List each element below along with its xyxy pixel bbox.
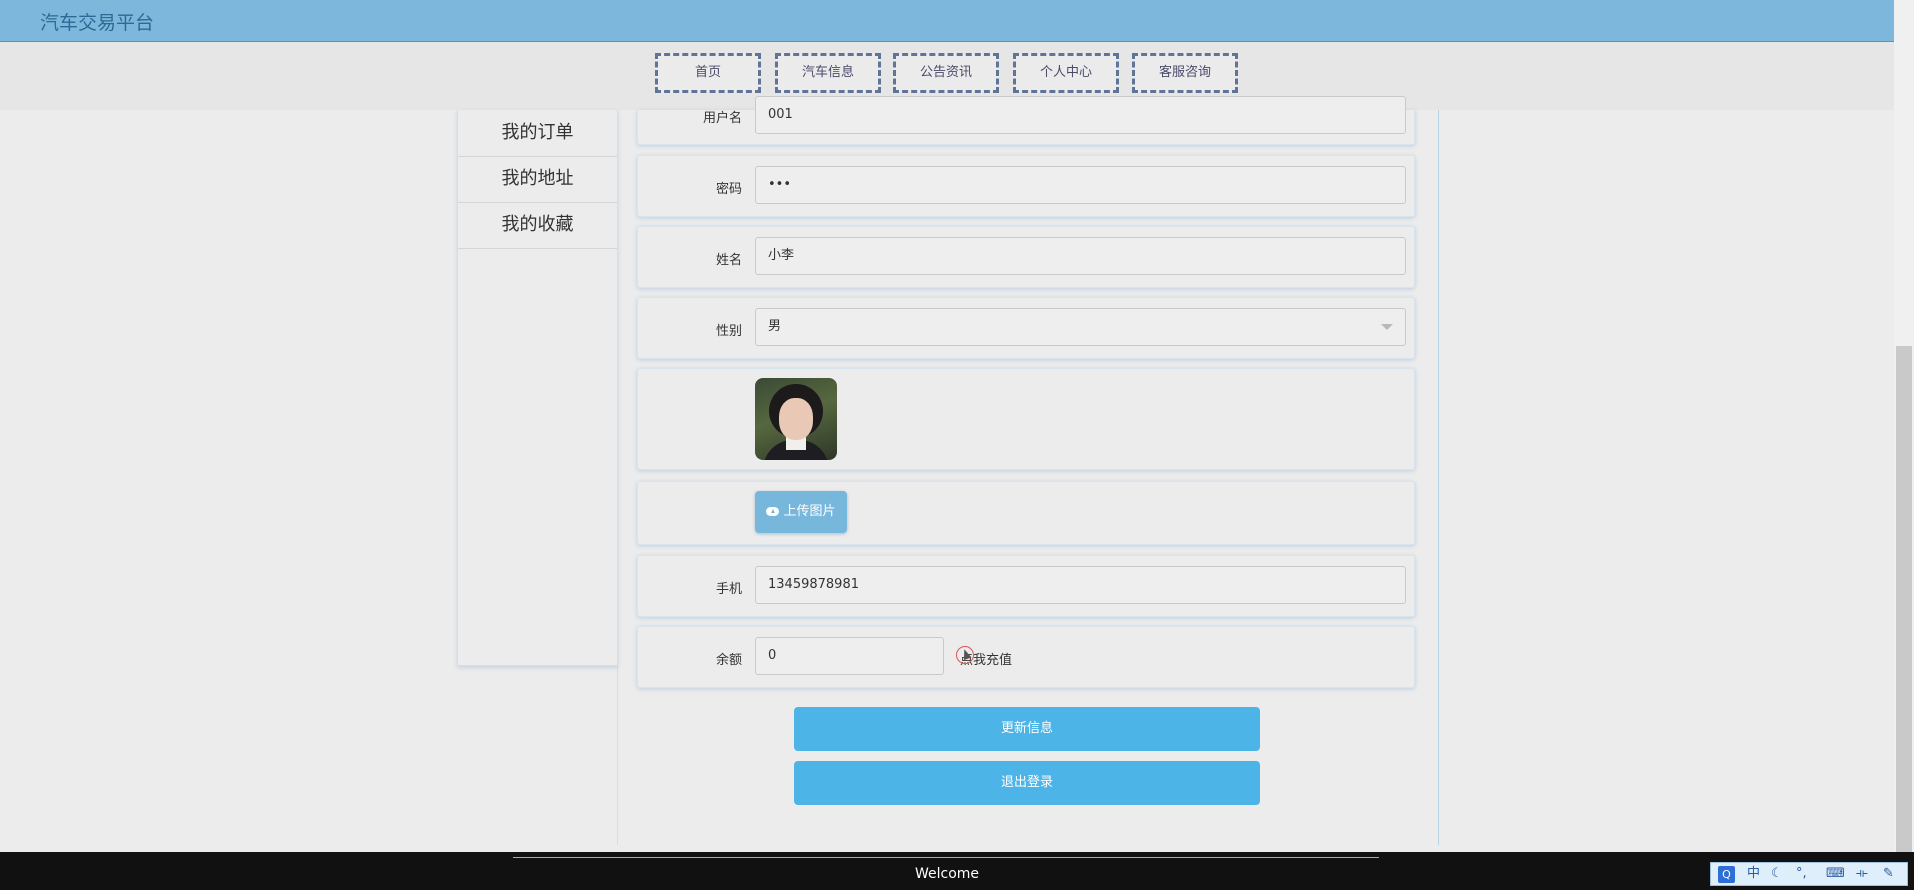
upload-button-label: 上传图片 — [783, 504, 836, 519]
ime-logo-icon[interactable]: Q — [1718, 866, 1735, 883]
gender-label: 性别 — [715, 324, 742, 339]
avatar-row — [637, 368, 1415, 470]
username-row: 用户名 001 — [637, 96, 1415, 145]
nav-announcements[interactable]: 公告资讯 — [893, 53, 999, 93]
header-bar: 汽车交易平台 — [0, 0, 1894, 42]
mouse-cursor-icon — [956, 646, 974, 664]
footer-text: Welcome — [914, 866, 980, 882]
chevron-down-icon — [1381, 324, 1393, 330]
balance-label: 余额 — [715, 653, 742, 668]
password-row: 密码 ••• — [637, 155, 1415, 217]
upload-row: 上传图片 — [637, 481, 1415, 545]
gender-row: 性别 男 — [637, 297, 1415, 359]
password-label: 密码 — [715, 182, 742, 197]
app-title: 汽车交易平台 — [40, 12, 155, 34]
phone-input[interactable]: 13459878981 — [755, 566, 1406, 604]
nav-home[interactable]: 首页 — [655, 53, 761, 93]
sidebar-item-favorites[interactable]: 我的收藏 — [458, 202, 617, 249]
phone-row: 手机 13459878981 — [637, 555, 1415, 617]
sidebar-item-orders[interactable]: 我的订单 — [458, 110, 617, 157]
split-icon[interactable]: ⟛ — [1856, 865, 1868, 883]
nav-car-info[interactable]: 汽车信息 — [775, 53, 881, 93]
sidebar-item-addresses[interactable]: 我的地址 — [458, 156, 617, 203]
ime-toolbar[interactable]: Q 中 ☾ °, ⌨ ⟛ ✎ — [1710, 862, 1908, 886]
name-row: 姓名 小李 — [637, 226, 1415, 288]
password-input[interactable]: ••• — [755, 166, 1406, 204]
ime-chinese-mode[interactable]: 中 — [1747, 865, 1760, 883]
phone-label: 手机 — [715, 582, 742, 597]
moon-icon[interactable]: ☾ — [1771, 865, 1783, 883]
wrench-icon[interactable]: ✎ — [1883, 865, 1894, 883]
punctuation-icon[interactable]: °, — [1796, 865, 1807, 883]
logout-button[interactable]: 退出登录 — [794, 761, 1260, 805]
keyboard-icon[interactable]: ⌨ — [1826, 865, 1845, 883]
name-label: 姓名 — [715, 253, 742, 268]
nav-personal-center[interactable]: 个人中心 — [1013, 53, 1119, 93]
gender-select[interactable]: 男 — [755, 308, 1406, 346]
update-info-button[interactable]: 更新信息 — [794, 707, 1260, 751]
sidebar: 我的订单 我的地址 我的收藏 — [457, 110, 618, 666]
footer-divider — [513, 857, 1379, 858]
avatar — [755, 378, 837, 460]
name-input[interactable]: 小李 — [755, 237, 1406, 275]
username-label: 用户名 — [702, 111, 742, 126]
gender-value: 男 — [768, 319, 782, 334]
username-input[interactable]: 001 — [755, 96, 1406, 134]
nav-customer-service[interactable]: 客服咨询 — [1132, 53, 1238, 93]
upload-image-button[interactable]: 上传图片 — [755, 491, 847, 533]
balance-input[interactable]: 0 — [755, 637, 944, 675]
cloud-upload-icon — [766, 507, 780, 516]
scrollbar-thumb[interactable] — [1896, 346, 1912, 852]
balance-row: 余额 0 点我充值 — [637, 626, 1415, 688]
